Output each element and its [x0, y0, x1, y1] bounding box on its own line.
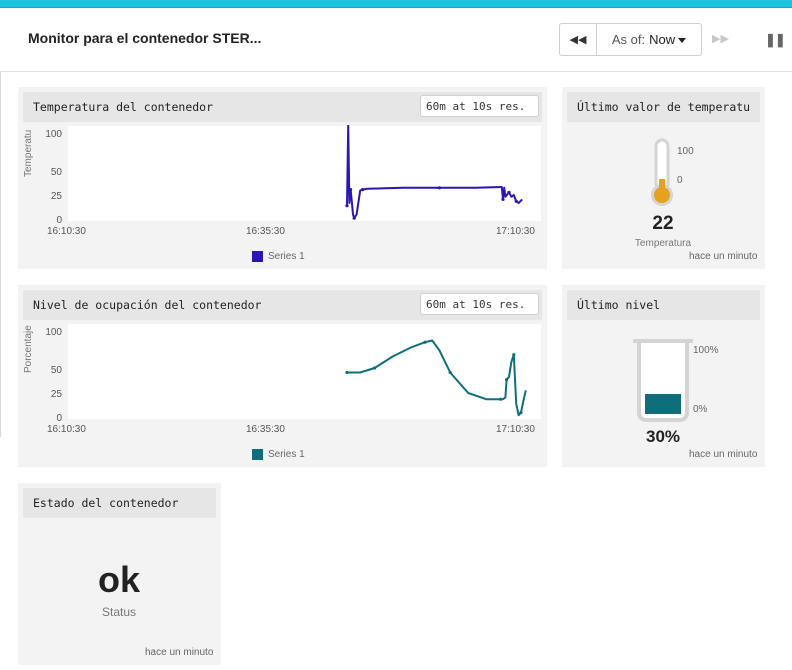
legend-label: Series 1: [268, 251, 305, 262]
caret-down-icon: [678, 37, 687, 43]
series-line: [346, 125, 523, 220]
chart-legend[interactable]: Series 1: [252, 449, 305, 460]
gauge-min-label: 0: [677, 175, 683, 186]
data-point[interactable]: [501, 197, 505, 201]
data-point[interactable]: [507, 190, 511, 194]
data-point[interactable]: [373, 366, 377, 370]
level-value: 30%: [645, 427, 681, 446]
status-label: Status: [101, 605, 137, 619]
last-updated: hace un minuto: [689, 251, 758, 262]
gauge-min-label: 0%: [693, 404, 708, 415]
temperature-line-chart: [345, 125, 523, 220]
panel-title: Último valor de temperatu: [577, 100, 751, 114]
panel-title: Último nivel: [577, 298, 661, 312]
rewind-icon: ◀◀: [569, 34, 587, 46]
pause-icon[interactable]: ❚❚: [765, 32, 786, 48]
panel-header: Último nivel: [567, 290, 760, 320]
chart-legend[interactable]: Series 1: [252, 251, 305, 262]
dashboard-header: Monitor para el contenedor STER... ◀◀ As…: [0, 8, 792, 72]
as-of-dropdown[interactable]: As of: Now: [597, 24, 701, 55]
time-control: ◀◀ As of: Now: [559, 23, 702, 56]
status-value: ok: [97, 559, 140, 600]
data-point[interactable]: [519, 410, 523, 415]
data-point[interactable]: [352, 216, 356, 220]
data-point[interactable]: [349, 188, 353, 192]
status-panel: Estado del contenedor ok Status hace un …: [18, 483, 221, 665]
data-point[interactable]: [437, 186, 441, 190]
data-point[interactable]: [499, 397, 503, 401]
level-chart-panel: Nivel de ocupación del contenedor 60m at…: [18, 285, 547, 467]
gauge-fill: [645, 394, 681, 414]
legend-swatch: [252, 251, 263, 262]
temperature-chart-panel: Temperatura del contenedor 60m at 10s re…: [18, 87, 547, 269]
last-updated: hace un minuto: [689, 449, 758, 460]
gauge-rim: [633, 339, 693, 343]
last-updated: hace un minuto: [145, 647, 214, 658]
as-of-value: Now: [649, 32, 676, 47]
level-gauge: [633, 339, 693, 422]
data-point[interactable]: [345, 370, 349, 375]
rewind-button[interactable]: ◀◀: [560, 24, 597, 55]
as-of-label: As of:: [611, 32, 646, 47]
legend-swatch: [252, 449, 263, 460]
data-point[interactable]: [505, 378, 509, 382]
legend-label: Series 1: [268, 449, 305, 460]
level-value-panel: Último nivel 100% 0% 30% hace un minuto: [562, 285, 765, 467]
temperature-label: Temperatura: [634, 238, 692, 249]
panel-header: Estado del contenedor: [23, 488, 216, 518]
gauge-max-label: 100%: [693, 345, 719, 356]
dashboard-title: Monitor para el contenedor STER...: [28, 30, 262, 46]
level-line-chart: [345, 339, 527, 417]
temperature-value-panel: Último valor de temperatu 100 0 22 Tempe…: [562, 87, 765, 269]
data-point[interactable]: [448, 370, 452, 375]
gauge-max-label: 100: [677, 146, 694, 157]
panel-header: Último valor de temperatu: [567, 92, 760, 122]
data-point[interactable]: [514, 199, 518, 203]
top-accent-bar: [0, 0, 792, 7]
temperature-value: 22: [652, 213, 674, 234]
data-point[interactable]: [512, 353, 516, 357]
data-point[interactable]: [361, 188, 365, 192]
data-point[interactable]: [423, 340, 427, 344]
thermometer-gauge: [651, 138, 673, 206]
panel-title: Estado del contenedor: [33, 496, 179, 510]
data-point[interactable]: [345, 204, 349, 208]
left-edge-line: [0, 72, 1, 437]
thermometer-fill: [659, 179, 665, 193]
series-line: [347, 339, 527, 417]
fast-forward-icon[interactable]: ▶▶: [712, 32, 729, 45]
